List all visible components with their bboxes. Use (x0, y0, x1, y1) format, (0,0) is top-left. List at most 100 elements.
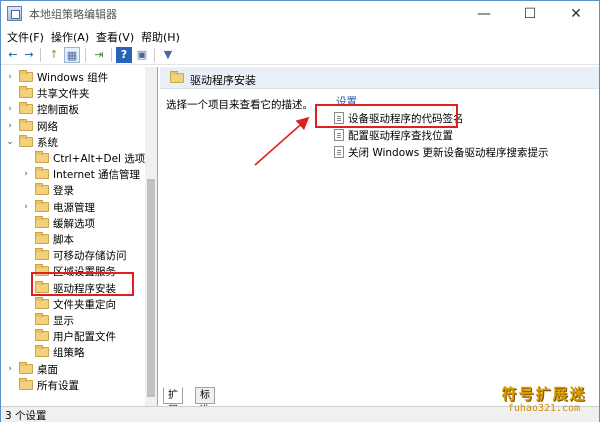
toolbar-separator (154, 48, 155, 62)
expand-chevron-icon[interactable]: › (21, 166, 31, 182)
tree-item-label: 网络 (37, 120, 58, 133)
expand-chevron-icon[interactable]: › (5, 69, 15, 85)
tree-item[interactable]: Ctrl+Alt+Del 选项 (1, 150, 146, 166)
tree-item[interactable]: 显示 (1, 312, 146, 328)
tree-item-label: 用户配置文件 (53, 331, 116, 344)
folder-icon (35, 232, 49, 244)
folder-icon (35, 151, 49, 163)
tab-extended[interactable]: 扩展 (163, 387, 183, 416)
highlight-box-tree (31, 272, 134, 296)
show-tree-icon[interactable]: ▦ (64, 47, 80, 63)
filter-icon[interactable]: ▼ (160, 47, 176, 63)
setting-label: 关闭 Windows 更新设备驱动程序搜索提示 (348, 147, 549, 159)
collapse-chevron-icon[interactable]: ⌄ (5, 134, 15, 150)
expand-chevron-icon (5, 85, 15, 101)
tree-item-label: 所有设置 (37, 379, 79, 392)
expand-chevron-icon[interactable]: › (5, 361, 15, 377)
menu-action[interactable]: 操作(A) (51, 29, 89, 45)
folder-icon (19, 102, 33, 115)
tree-item-label: 显示 (53, 315, 74, 327)
tree-item[interactable]: 所有设置 (1, 377, 146, 393)
tree-item[interactable]: › Windows 组件 (1, 69, 146, 85)
expand-chevron-icon[interactable]: › (5, 118, 15, 134)
folder-icon (35, 296, 49, 309)
folder-icon (19, 70, 33, 82)
help-icon[interactable]: ? (116, 47, 132, 63)
minimize-button[interactable]: — (461, 1, 507, 27)
menu-view[interactable]: 查看(V) (96, 29, 134, 45)
tree-item[interactable]: 登录 (1, 182, 146, 198)
expand-chevron-icon[interactable]: › (21, 199, 31, 215)
tree-item[interactable]: 用户配置文件 (1, 328, 146, 344)
tree-item-label: 可移动存储访问 (53, 250, 127, 263)
tree-item-label: Ctrl+Alt+Del 选项 (53, 153, 146, 165)
annotation-arrow (254, 116, 310, 166)
tree-item[interactable]: › 电源管理 (1, 199, 146, 215)
tree-item-label: 组策略 (53, 347, 85, 360)
expand-chevron-icon (21, 182, 31, 198)
expand-chevron-icon (21, 280, 31, 296)
tree-item-label: 脚本 (53, 234, 74, 246)
app-icon (7, 6, 22, 21)
tree-scrollbar-thumb[interactable] (147, 179, 155, 397)
properties-icon[interactable]: ▣ (134, 47, 150, 63)
tree-item-label: 系统 (37, 136, 58, 149)
expand-chevron-icon (21, 150, 31, 166)
folder-icon (35, 313, 49, 325)
tree-item[interactable]: 可移动存储访问 (1, 247, 146, 263)
folder-icon (19, 118, 33, 131)
folder-icon (35, 199, 49, 212)
back-arrow-icon[interactable]: ← (5, 47, 21, 63)
tree-pane: › Windows 组件 共享文件夹 › 控制面板 › 网络 ⌄ 系统 Ctrl+Alt+Del … (1, 67, 158, 406)
tree-item-label: 登录 (53, 185, 74, 198)
tree-item[interactable]: ⌄ 系统 (1, 134, 146, 150)
tree-item[interactable]: 文件夹重定向 (1, 296, 146, 312)
forward-arrow-icon[interactable]: → (21, 47, 37, 63)
status-text: 3 个设置 (5, 410, 47, 422)
tree-item[interactable]: › 网络 (1, 118, 146, 134)
folder-icon (35, 248, 49, 261)
expand-chevron-icon (21, 231, 31, 247)
tab-standard[interactable]: 标准 (195, 387, 215, 416)
maximize-button[interactable]: ☐ (507, 1, 553, 27)
tree-item[interactable]: › 控制面板 (1, 101, 146, 117)
expand-chevron-icon (21, 263, 31, 279)
folder-icon (35, 329, 49, 342)
tree-item[interactable]: › 桌面 (1, 361, 146, 377)
tree-item[interactable]: 共享文件夹 (1, 85, 146, 101)
export-list-icon[interactable]: ⇥ (91, 47, 107, 63)
up-folder-icon[interactable]: ↑ (46, 47, 62, 63)
policy-setting-icon (334, 146, 344, 158)
folder-icon (19, 86, 33, 99)
tree-item-label: 电源管理 (53, 201, 95, 214)
toolbar-separator (111, 48, 112, 62)
expand-chevron-icon[interactable]: › (5, 101, 15, 117)
window-title: 本地组策略编辑器 (29, 8, 117, 21)
toolbar-separator (85, 48, 86, 62)
folder-icon (35, 183, 49, 196)
tree-item[interactable]: 组策略 (1, 344, 146, 360)
close-button[interactable]: ✕ (553, 1, 599, 27)
menu-bar: 文件(F) 操作(A) 查看(V) 帮助(H) (1, 27, 599, 45)
tree-item-label: Windows 组件 (37, 72, 109, 84)
expand-chevron-icon (21, 247, 31, 263)
tree-item[interactable]: › Internet 通信管理 (1, 166, 146, 182)
tree-item-label: 缓解选项 (53, 217, 95, 230)
watermark-logo: 符号扩展迷 fuhao321.com (490, 383, 598, 421)
folder-icon (19, 361, 33, 374)
tree-item-label: 桌面 (37, 363, 58, 376)
expand-chevron-icon (21, 312, 31, 328)
watermark-main: 符号扩展迷 (501, 385, 587, 403)
menu-file[interactable]: 文件(F) (7, 29, 44, 45)
expand-chevron-icon (21, 215, 31, 231)
tree-item[interactable]: 脚本 (1, 231, 146, 247)
menu-help[interactable]: 帮助(H) (141, 29, 180, 45)
toolbar: ← → ↑ ▦ ⇥ ? ▣ ▼ (1, 45, 599, 65)
tree-item[interactable]: 缓解选项 (1, 215, 146, 231)
folder-icon (19, 134, 33, 147)
toolbar-separator (40, 48, 41, 62)
expand-chevron-icon (21, 328, 31, 344)
tree-scrollbar[interactable] (145, 67, 157, 406)
tree-item-label: Internet 通信管理 (53, 169, 141, 182)
tree-item-label: 控制面板 (37, 104, 79, 117)
